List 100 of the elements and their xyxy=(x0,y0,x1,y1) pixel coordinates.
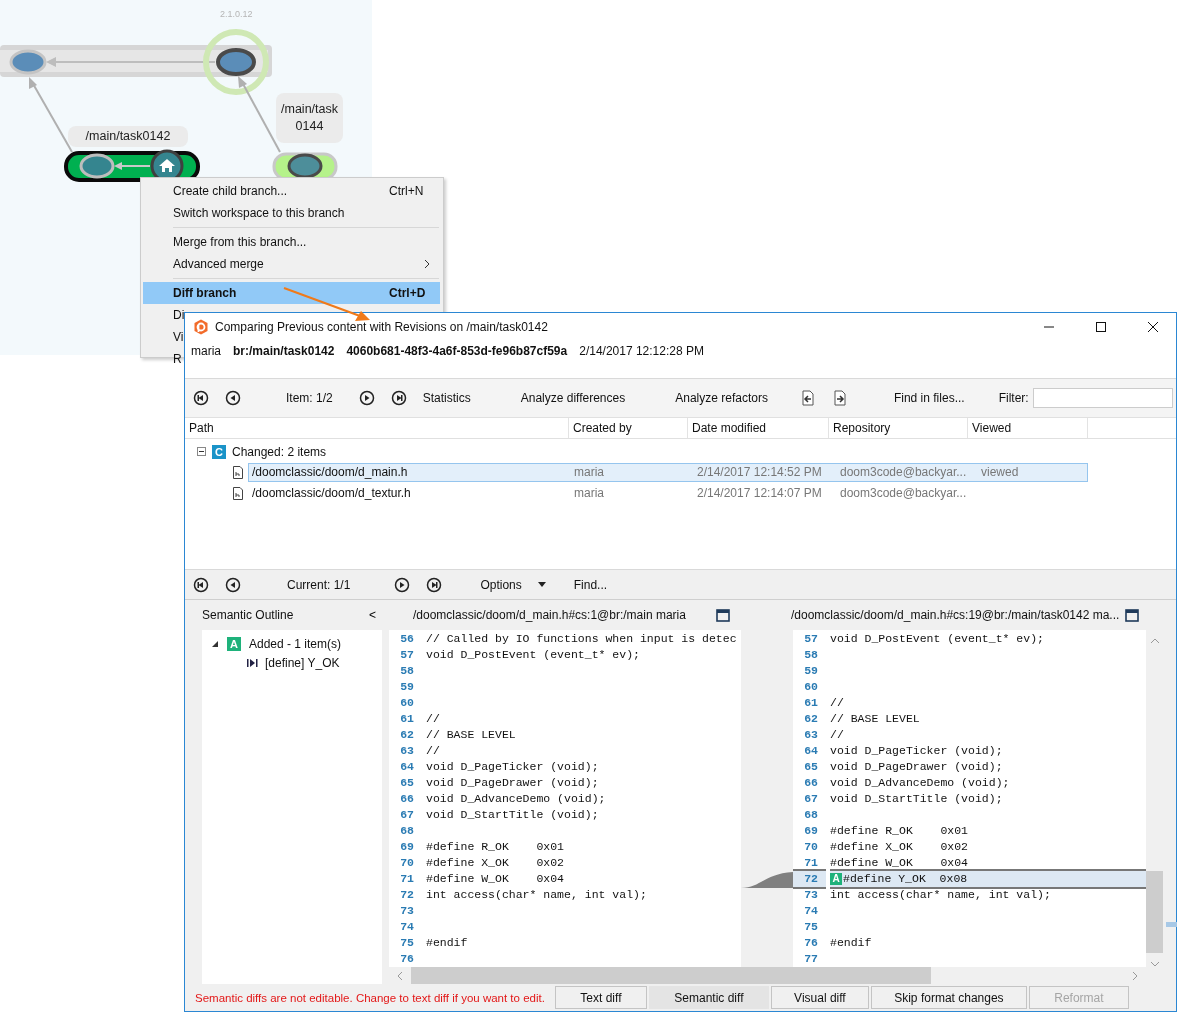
diff-mode-button[interactable]: Skip format changes xyxy=(870,986,1027,1010)
toolbar-button[interactable]: Analyze differences xyxy=(520,391,626,406)
file-row[interactable]: /doomclassic/doom/d_main.h maria 2/14/2017 12:14:52 PM doom3code@backyar... viewed xyxy=(248,462,1088,482)
maximize-pane-icon[interactable] xyxy=(1125,608,1140,622)
file-row[interactable]: /doomclassic/doom/d_textur.h maria 2/14/2017 12:14:07 PM doom3code@backyar... xyxy=(248,483,1088,503)
line-number: 63 xyxy=(399,743,414,760)
toolbar-button[interactable]: Analyze refactors xyxy=(675,391,768,406)
line-number: 62 xyxy=(399,727,414,744)
maximize-pane-icon[interactable] xyxy=(715,608,730,622)
toolbar-button[interactable]: Statistics xyxy=(422,391,471,406)
scroll-thumb[interactable] xyxy=(411,967,931,985)
column-header[interactable]: Path xyxy=(185,417,569,438)
code-line: int access(char* name, int val); xyxy=(426,887,647,904)
menu-item[interactable]: Merge from this branch... xyxy=(143,231,440,253)
diff-mode-button[interactable]: Visual diff xyxy=(770,986,869,1010)
collapse-pane-button[interactable]: < xyxy=(369,608,382,623)
next-icon[interactable] xyxy=(394,576,411,593)
line-number: 73 xyxy=(399,903,414,920)
line-number: 72 xyxy=(399,887,414,904)
menu-item[interactable]: Create child branch... Ctrl+N xyxy=(143,180,440,202)
diff-mode-button[interactable]: Text diff xyxy=(554,986,647,1010)
first-icon[interactable] xyxy=(193,576,209,593)
line-number: 59 xyxy=(803,663,818,680)
group-label: Changed: 2 items xyxy=(232,444,327,459)
menu-item[interactable]: Diff branch Ctrl+D xyxy=(143,282,440,304)
changed-badge: C xyxy=(212,444,226,459)
code-line: // xyxy=(426,743,440,760)
code-line: #define X_OK 0x02 xyxy=(426,855,565,872)
menu-item[interactable]: Advanced merge xyxy=(143,253,440,275)
last-icon[interactable] xyxy=(426,576,443,593)
item-position: Item: 1/2 xyxy=(286,391,333,406)
line-number: 70 xyxy=(399,855,414,872)
code-line: #endif xyxy=(426,935,468,952)
code-line: void D_PostEvent (event_t* ev); xyxy=(426,647,640,664)
line-number: 67 xyxy=(803,791,818,808)
document-back-icon[interactable] xyxy=(799,390,816,407)
changeset-node[interactable] xyxy=(216,48,256,76)
maximize-icon[interactable] xyxy=(1095,320,1107,333)
scroll-thumb[interactable] xyxy=(1146,871,1163,954)
define-icon xyxy=(247,658,259,669)
code-line: #endif xyxy=(830,935,872,952)
previous-icon[interactable] xyxy=(225,576,241,593)
options-dropdown[interactable]: Options xyxy=(480,577,522,592)
outline-group[interactable]: Added - 1 item(s) xyxy=(249,637,342,652)
changeset-id: 4060b681-48f3-4a6f-853d-fe96b87cf59a xyxy=(346,344,568,359)
code-line: #define X_OK 0x02 xyxy=(830,839,969,856)
diff-mode-button[interactable]: Semantic diff xyxy=(648,986,769,1010)
label-tag: 2.1.0.12 xyxy=(220,9,253,19)
app-logo-icon xyxy=(193,318,209,335)
author-cell-text: maria xyxy=(573,486,605,501)
line-number: 61 xyxy=(803,695,818,712)
first-icon[interactable] xyxy=(193,390,209,407)
line-number: 58 xyxy=(803,647,818,664)
caret-icon[interactable] xyxy=(537,582,546,588)
find-in-files-button[interactable]: Find in files... xyxy=(893,391,965,406)
line-number: 64 xyxy=(803,743,818,760)
line-number: 57 xyxy=(803,631,818,648)
collapse-icon[interactable] xyxy=(197,447,206,457)
code-line: void D_AdvanceDemo (void); xyxy=(830,775,1010,792)
line-number: 74 xyxy=(803,903,818,920)
line-number: 68 xyxy=(803,807,818,824)
code-line: #define W_OK 0x04 xyxy=(426,871,565,888)
menu-item[interactable]: Switch workspace to this branch xyxy=(143,202,440,224)
code-line: void D_PageTicker (void); xyxy=(830,743,1003,760)
expand-triangle-icon[interactable] xyxy=(211,640,219,649)
column-header[interactable]: Repository xyxy=(829,417,968,438)
filter-label: Filter: xyxy=(998,391,1029,406)
code-line: // BASE LEVEL xyxy=(426,727,516,744)
line-number: 65 xyxy=(803,759,818,776)
line-number: 63 xyxy=(803,727,818,744)
document-forward-icon[interactable] xyxy=(831,390,848,407)
line-number: 73 xyxy=(803,887,818,904)
column-header[interactable]: Created by xyxy=(569,417,688,438)
next-icon[interactable] xyxy=(358,390,375,407)
outline-item[interactable]: [define] Y_OK xyxy=(265,656,340,671)
line-number: 74 xyxy=(399,919,414,936)
code-line: #define Y_OK 0x08 xyxy=(843,871,968,888)
line-number: 65 xyxy=(399,775,414,792)
find-button[interactable]: Find... xyxy=(573,577,608,592)
line-number: 75 xyxy=(803,919,818,936)
previous-icon[interactable] xyxy=(225,390,241,407)
line-number: 62 xyxy=(803,711,818,728)
line-number: 75 xyxy=(399,935,414,952)
window-title: Comparing Previous content with Revisions on /main/task0142 xyxy=(215,319,548,334)
line-number: 71 xyxy=(399,871,414,888)
column-header[interactable]: Date modified xyxy=(688,417,829,438)
branch-bar[interactable] xyxy=(64,149,200,183)
column-header[interactable]: Viewed xyxy=(968,417,1088,438)
repository-cell-text: doom3code@backyar... xyxy=(839,486,968,501)
last-icon[interactable] xyxy=(390,390,407,407)
line-number: 76 xyxy=(399,951,414,968)
author-cell-text: maria xyxy=(573,465,605,480)
code-line: void D_PageDrawer (void); xyxy=(426,775,599,792)
line-number: 67 xyxy=(399,807,414,824)
branch-label: /main/task 0144 xyxy=(276,93,343,143)
filter-field[interactable] xyxy=(1032,388,1173,409)
code-line: #define R_OK 0x01 xyxy=(426,839,565,856)
close-icon[interactable] xyxy=(1147,320,1159,333)
line-number: 58 xyxy=(399,663,414,680)
label-ring xyxy=(203,29,269,95)
